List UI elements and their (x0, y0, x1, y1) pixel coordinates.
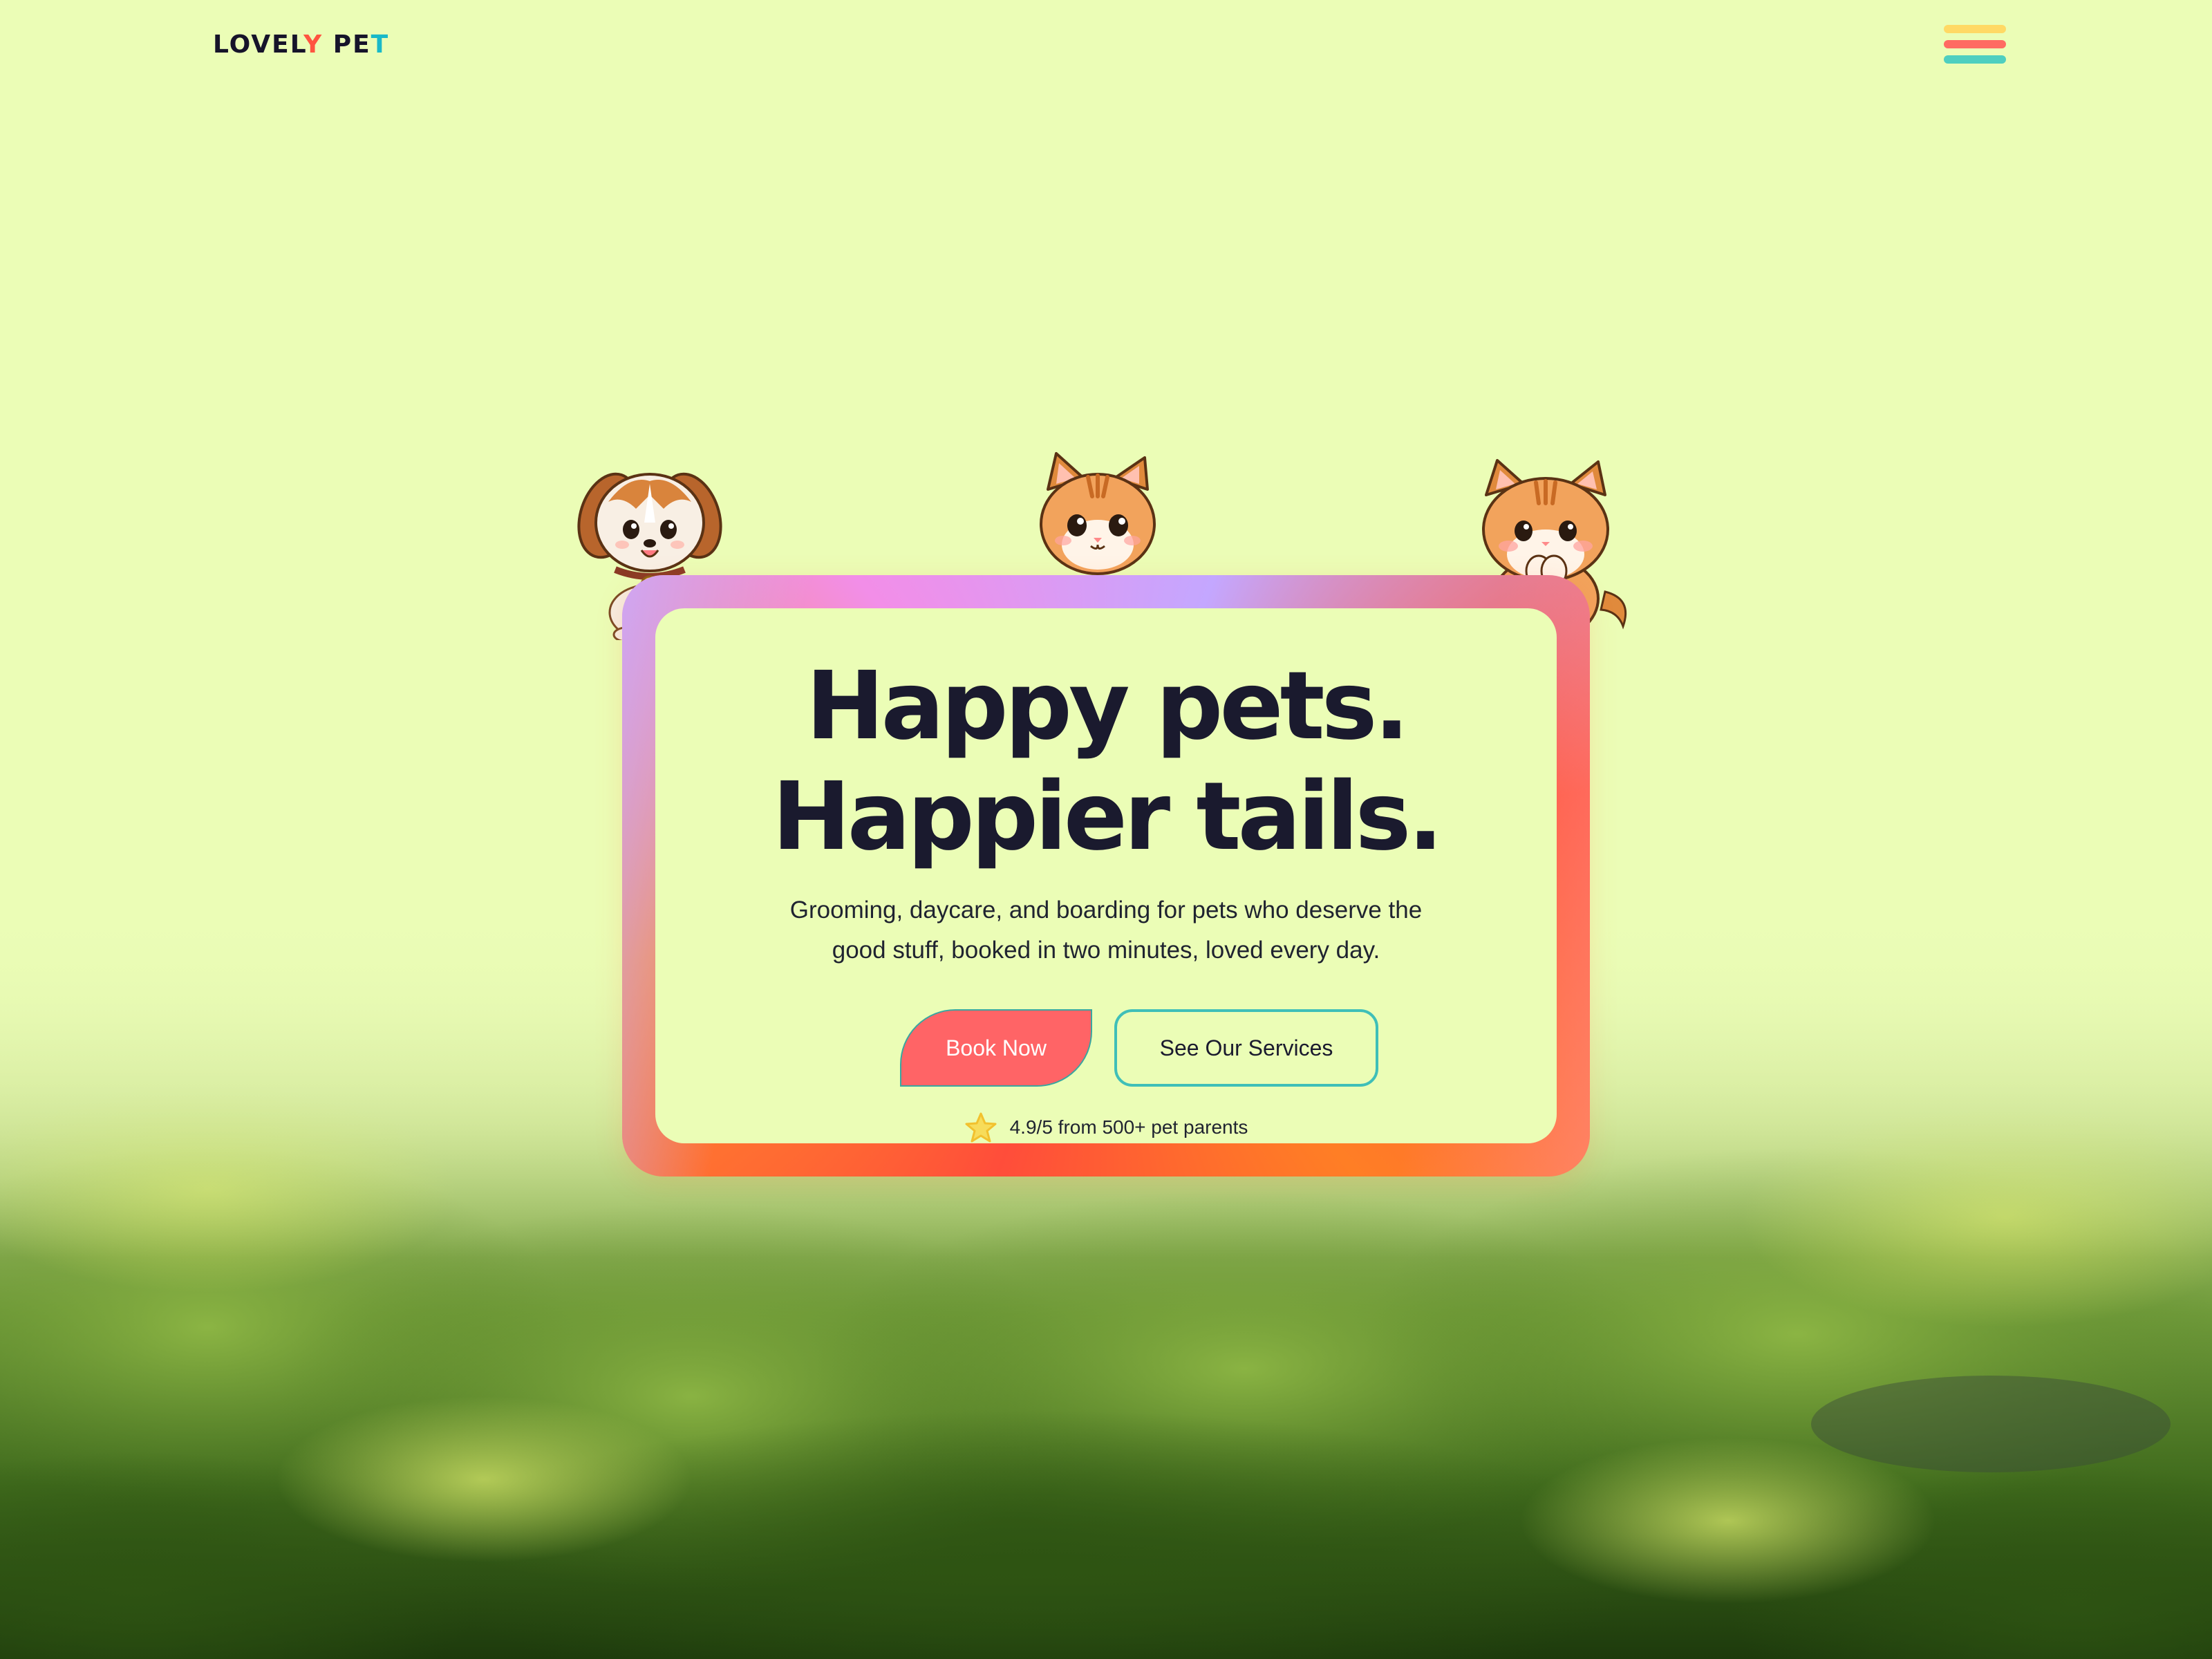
star-icon (964, 1112, 997, 1143)
rating-summary: 4.9/5 from 500+ pet parents (655, 1110, 1557, 1145)
hero-title-line-1: Happy pets. (805, 652, 1410, 761)
hero-card: Happy pets. Happier tails. Grooming, day… (622, 575, 1590, 1177)
see-our-services-button[interactable]: See Our Services (1114, 1009, 1378, 1087)
brand-logo-part: PE (323, 30, 371, 59)
menu-bar-yellow (1944, 25, 2006, 33)
menu-bar-teal (1944, 55, 2006, 64)
hero-subtitle: Grooming, daycare, and boarding for pets… (789, 897, 1423, 964)
kitten-illustration (1029, 448, 1167, 586)
brand-logo-part: LOVEL (213, 30, 304, 59)
hamburger-menu-icon[interactable] (1944, 21, 2007, 68)
menu-bar-coral (1944, 40, 2006, 48)
hero-title: Happy pets. Happier tails. (655, 608, 1557, 872)
brand-logo-accent-y: Y (303, 30, 324, 59)
hero-title-line-2: Happier tails. (771, 762, 1443, 872)
brand-logo[interactable]: LOVELY PET (213, 28, 389, 62)
hero-card-content: Happy pets. Happier tails. Grooming, day… (655, 608, 1557, 1143)
hero-actions: Book Now See Our Services (655, 1009, 1557, 1087)
book-now-button[interactable]: Book Now (900, 1009, 1092, 1087)
rating-text: 4.9/5 from 500+ pet parents (1009, 1116, 1248, 1138)
brand-logo-accent-t: T (371, 30, 390, 59)
